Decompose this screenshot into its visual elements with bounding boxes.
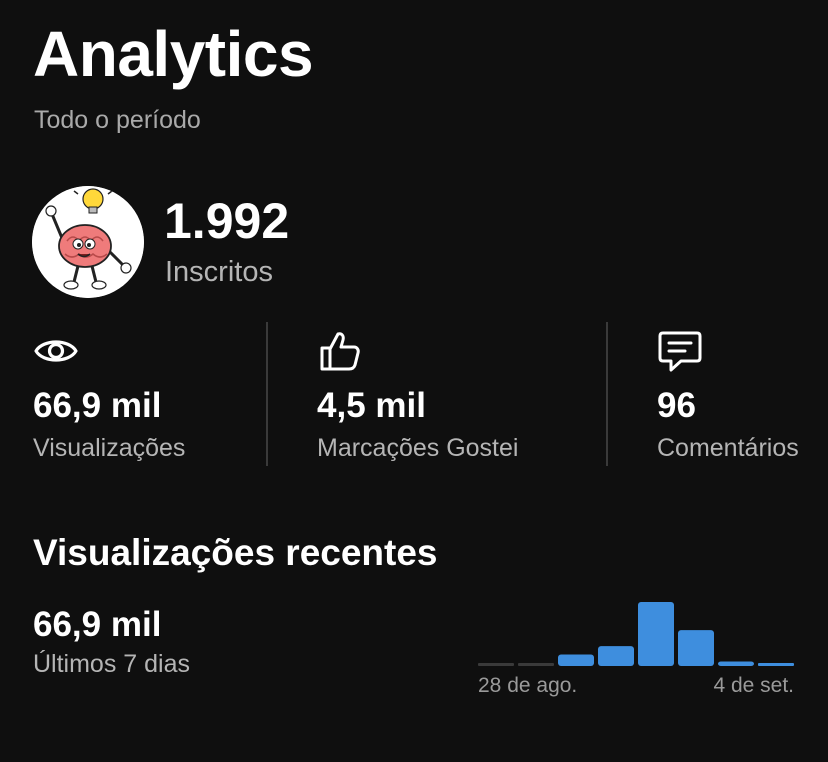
brain-cartoon-avatar-icon xyxy=(32,186,144,298)
stat-views[interactable]: 66,9 mil Visualizações xyxy=(33,322,253,466)
stat-divider xyxy=(606,322,608,466)
stat-value: 96 xyxy=(657,386,696,425)
recent-views-chart[interactable]: 28 de ago. 4 de set. xyxy=(470,590,800,700)
stat-label: Visualizações xyxy=(33,434,186,462)
stat-divider xyxy=(266,322,268,466)
chart-tick-label: 28 de ago. xyxy=(478,674,577,697)
recent-views-value: 66,9 mil xyxy=(33,605,162,644)
thumbs-up-icon xyxy=(320,332,360,371)
stat-label: Marcações Gostei xyxy=(317,434,519,462)
chart-tick-label: 4 de set. xyxy=(713,674,794,697)
chart-bar xyxy=(478,663,514,666)
stat-label: Comentários xyxy=(657,434,799,462)
chart-bar xyxy=(758,663,794,666)
recent-views-period: Últimos 7 dias xyxy=(33,650,190,678)
comment-icon xyxy=(658,331,702,372)
stat-value: 66,9 mil xyxy=(33,386,162,425)
channel-avatar[interactable] xyxy=(32,186,144,298)
recent-views-title: Visualizações recentes xyxy=(33,532,438,573)
eye-icon xyxy=(34,340,78,362)
subscriber-label: Inscritos xyxy=(165,256,273,288)
stat-value: 4,5 mil xyxy=(317,386,426,425)
chart-bar xyxy=(518,663,554,666)
chart-bar xyxy=(598,646,634,666)
chart-bar xyxy=(558,654,594,666)
stat-comments[interactable]: 96 Comentários xyxy=(657,322,828,466)
subscriber-count: 1.992 xyxy=(164,193,290,249)
page-title: Analytics xyxy=(33,18,314,90)
chart-bar xyxy=(678,630,714,666)
chart-bar xyxy=(718,661,754,666)
period-selector[interactable]: Todo o período xyxy=(34,106,201,135)
stat-likes[interactable]: 4,5 mil Marcações Gostei xyxy=(317,322,577,466)
chart-bar xyxy=(638,602,674,666)
